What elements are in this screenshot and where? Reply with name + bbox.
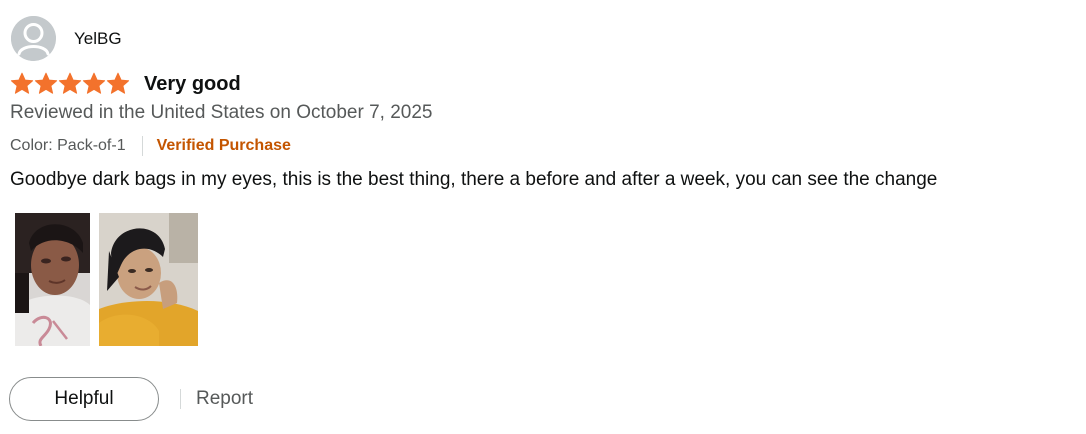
star-icon	[58, 72, 82, 94]
variant-label: Color: Pack-of-1	[10, 137, 126, 154]
star-icon	[106, 72, 130, 94]
helpful-button[interactable]: Helpful	[9, 377, 159, 421]
star-icon	[10, 72, 34, 94]
star-rating[interactable]	[10, 72, 130, 96]
meta-divider	[141, 136, 143, 156]
star-icon	[82, 72, 106, 94]
review-title[interactable]: Very good	[144, 73, 241, 96]
star-icon	[34, 72, 58, 94]
review-date: Reviewed in the United States on October…	[10, 102, 433, 123]
reviewer-profile[interactable]: YelBG	[11, 16, 122, 61]
review-images	[15, 213, 207, 346]
report-link[interactable]: Report	[196, 388, 253, 410]
review-body: Goodbye dark bags in my eyes, this is th…	[10, 169, 938, 190]
verified-purchase-badge: Verified Purchase	[156, 137, 291, 154]
review-meta: Color: Pack-of-1 Verified Purchase	[10, 135, 291, 157]
reviewer-name[interactable]: YelBG	[74, 29, 122, 49]
review-actions: Helpful Report	[9, 376, 253, 422]
review-photo-2[interactable]	[99, 213, 198, 346]
rating-row: Very good	[10, 71, 241, 97]
customer-review: YelBG Very good Reviewed in the United S…	[0, 0, 1086, 434]
actions-divider	[180, 389, 181, 409]
review-photo-1[interactable]	[15, 213, 90, 346]
avatar-icon	[11, 16, 56, 61]
